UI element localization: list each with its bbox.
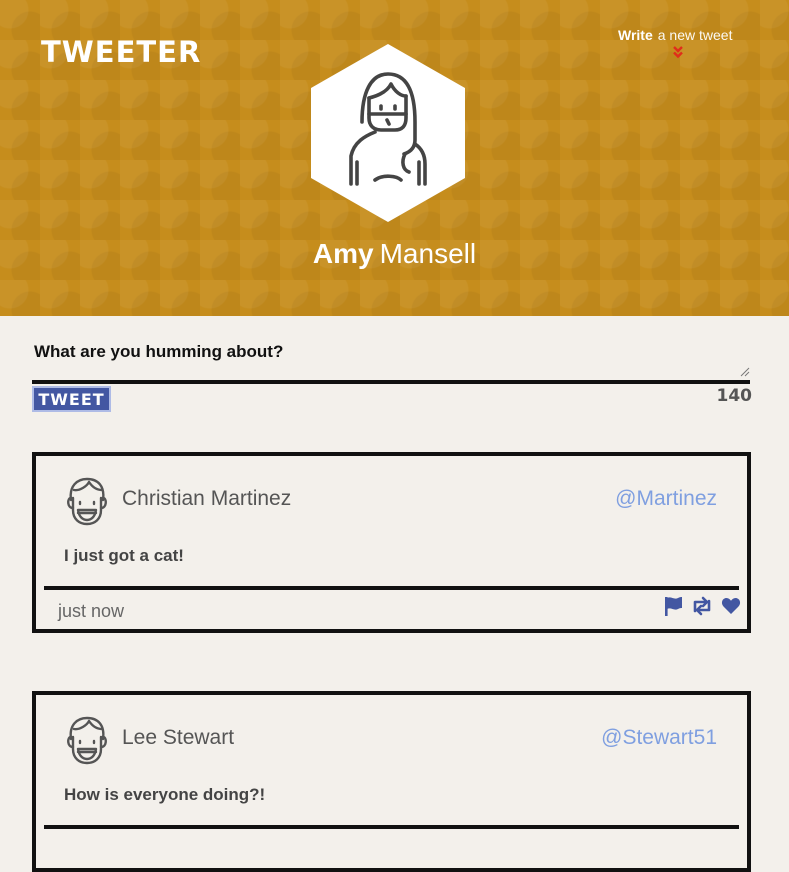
character-counter: 140 [716,386,753,406]
user-avatar-icon [67,477,107,526]
tweet-author-name[interactable]: Christian Martinez [122,487,291,511]
double-chevron-down-icon[interactable] [672,45,684,59]
last-name: Mansell [379,238,477,269]
tweet-input[interactable] [32,366,750,384]
tweet-button[interactable]: TWEET [32,386,111,412]
tweet-divider [44,586,739,590]
write-tweet-toggle[interactable]: Write a new tweet [618,27,748,43]
tweet-card: Lee Stewart @Stewart51 How is everyone d… [32,691,751,872]
tweet-text: How is everyone doing?! [64,785,266,804]
tweet-divider [44,825,739,829]
brand-logo[interactable]: TWEETER [41,35,201,69]
profile-avatar [311,44,465,222]
tweet-text: I just got a cat! [64,546,184,565]
first-name: Amy [312,238,374,269]
write-rest-label: a new tweet [657,27,733,43]
tweet-author-handle[interactable]: @Martinez [615,487,717,511]
heart-icon[interactable] [721,596,741,621]
tweet-timestamp: just now [58,601,125,621]
profile-header: TWEETER Write a new tweet Amy Mansell [0,0,789,316]
tweet-card: Christian Martinez @Martinez I just got … [32,452,751,633]
user-avatar-icon [67,716,107,765]
flag-icon[interactable] [663,596,683,621]
retweet-icon[interactable] [690,596,714,621]
tweet-author-handle[interactable]: @Stewart51 [601,726,717,750]
write-label: Write [618,27,653,43]
tweet-author-name[interactable]: Lee Stewart [122,726,234,750]
profile-name: Amy Mansell [0,238,789,270]
resize-grip-icon[interactable] [740,367,750,377]
tweet-actions [656,596,741,620]
composer-label: What are you humming about? [34,342,284,361]
